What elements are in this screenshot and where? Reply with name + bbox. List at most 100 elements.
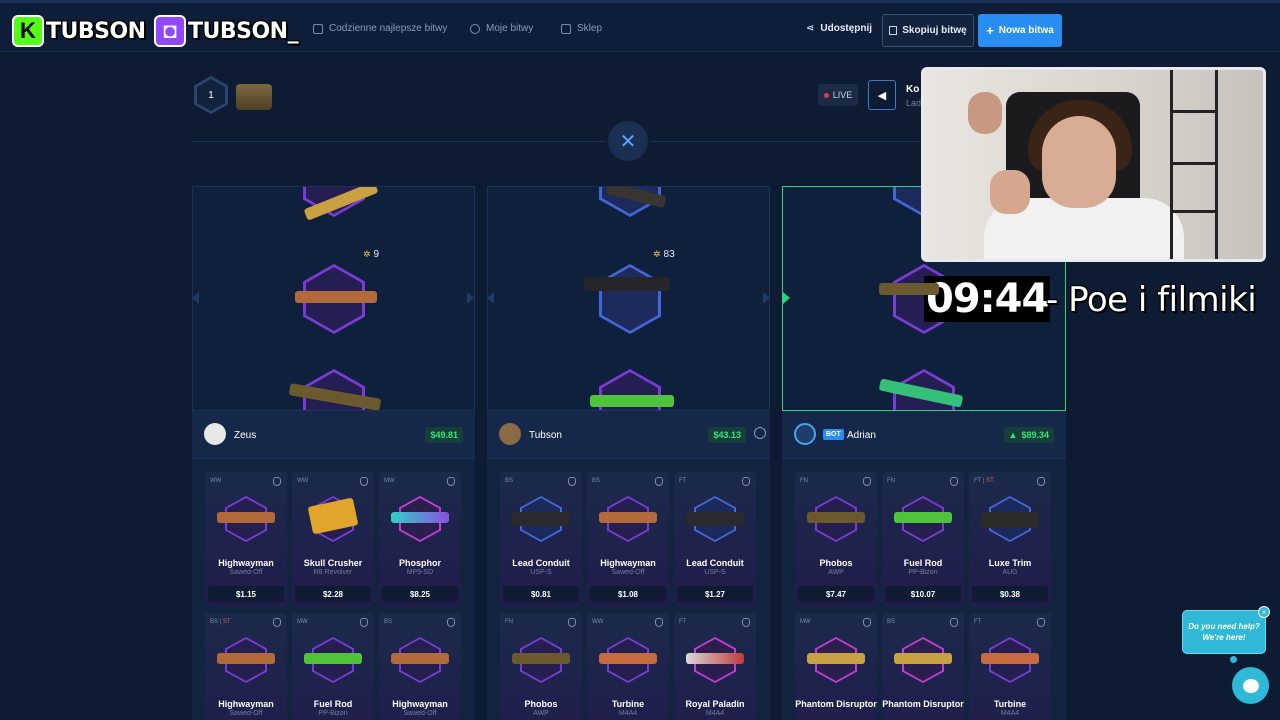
reel-spin-count: ✲ 9: [363, 249, 379, 260]
live-label: LIVE: [832, 90, 853, 100]
item-name: Phobos: [524, 699, 558, 709]
weapon-image: [512, 653, 570, 664]
item-weapon-type: MP5-SD: [406, 569, 434, 576]
kick-badge: K TUBSON: [12, 12, 146, 50]
header-truncated-sub: Lad: [906, 98, 922, 108]
weapon-image: [391, 653, 449, 664]
stream-timer-text: - Poe i filmiki: [1046, 280, 1257, 320]
item-card[interactable]: FT | ST Luxe Trim AUG $0.38: [969, 472, 1051, 606]
shield-icon: [447, 618, 455, 627]
item-condition: BS: [887, 619, 896, 625]
item-weapon-type: Sawed-Off: [229, 569, 263, 576]
new-battle-button[interactable]: + Nowa bitwa: [978, 14, 1062, 47]
nav-my-battles-label: Moje bitwy: [486, 23, 534, 34]
item-card[interactable]: BS Phantom Disruptor: [882, 613, 964, 720]
item-condition: FT | ST: [974, 478, 994, 484]
item-price: $1.27: [677, 586, 753, 602]
twitch-badge: ◘ TUBSON_: [154, 12, 299, 50]
reel-weapon: [295, 291, 377, 303]
item-condition: FN: [800, 478, 808, 484]
weapon-image: [217, 653, 275, 664]
player-card-zeus: Zeus $49.81 WW Highwayman Sawed-Off $1.1…: [192, 411, 475, 720]
star-icon: ✲: [653, 249, 661, 259]
item-card[interactable]: FN Phobos AWP $7.47: [795, 472, 877, 606]
shop-icon: [561, 23, 571, 34]
item-card[interactable]: MW Phosphor MP5-SD $8.25: [379, 472, 461, 606]
shield-icon: [447, 477, 455, 486]
item-card[interactable]: BS | ST Highwayman Sawed-Off: [205, 613, 287, 720]
live-indicator: LIVE: [818, 84, 858, 106]
item-condition: WW: [592, 619, 604, 625]
avatar: [204, 423, 226, 445]
weapon-image: [512, 512, 570, 526]
item-price: $7.47: [798, 586, 874, 602]
item-name: Fuel Rod: [903, 558, 943, 568]
reel-marker-left: [487, 292, 494, 304]
item-weapon-type: PP-Bizon: [318, 710, 348, 717]
player-total-value: $43.13: [708, 427, 746, 443]
nav-daily-battles[interactable]: Codzienne najlepsze bitwy: [313, 23, 447, 34]
header-divider: [192, 141, 922, 142]
item-card[interactable]: WW Skull Crusher R8 Revolver $2.28: [292, 472, 374, 606]
item-price: $1.08: [590, 586, 666, 602]
item-card[interactable]: BS Lead Conduit USP-S $0.81: [500, 472, 582, 606]
item-card[interactable]: WW Turbine M4A4: [587, 613, 669, 720]
nav-my-battles[interactable]: Moje bitwy: [470, 23, 533, 34]
help-bubble[interactable]: Do you need help? We're here!: [1182, 610, 1266, 654]
item-price: $0.81: [503, 586, 579, 602]
player-name: Adrian: [847, 430, 876, 441]
chat-icon[interactable]: [1232, 667, 1269, 704]
item-card[interactable]: FT Lead Conduit USP-S $1.27: [674, 472, 756, 606]
shield-icon: [950, 477, 958, 486]
header-truncated-title: Ko: [906, 84, 920, 95]
item-card[interactable]: BS Highwayman Sawed-Off: [379, 613, 461, 720]
share-button[interactable]: ⋖ Udostępnij: [806, 23, 872, 34]
reel-weapon: [590, 395, 674, 407]
plus-icon: +: [986, 23, 994, 38]
item-card[interactable]: FT Royal Paladin M4A4: [674, 613, 756, 720]
item-name: Highwayman: [218, 699, 274, 709]
item-name: Turbine: [993, 699, 1027, 709]
copy-icon: [889, 26, 898, 35]
item-card[interactable]: MW Fuel Rod PP-Bizon: [292, 613, 374, 720]
item-card[interactable]: FN Fuel Rod PP-Bizon $10.07: [882, 472, 964, 606]
item-card[interactable]: WW Highwayman Sawed-Off $1.15: [205, 472, 287, 606]
crossed-swords-icon: ✕: [606, 119, 650, 163]
copy-battle-button[interactable]: Skopiuj bitwę: [882, 14, 974, 47]
nav-shop[interactable]: Sklep: [561, 23, 602, 34]
sound-toggle-button[interactable]: ◀: [868, 80, 896, 110]
help-line-1: Do you need help?: [1188, 622, 1260, 631]
twitch-channel-name: TUBSON_: [188, 18, 299, 44]
avatar: [499, 423, 521, 445]
item-condition: BS: [592, 478, 601, 484]
weapon-image: [981, 512, 1039, 528]
item-card[interactable]: MW Phantom Disruptor: [795, 613, 877, 720]
emoji-icon[interactable]: [754, 427, 766, 439]
item-weapon-type: M4A4: [705, 710, 725, 717]
item-weapon-type: R8 Revolver: [313, 569, 353, 576]
item-name: Highwayman: [218, 558, 274, 568]
speaker-icon: ◀: [877, 89, 887, 102]
weapon-image: [894, 653, 952, 664]
item-weapon-type: USP-S: [530, 569, 552, 576]
reel-player-2: ✲ 83: [487, 186, 770, 411]
item-name: Phantom Disruptor: [882, 699, 964, 709]
reel-spin-count: ✲ 83: [653, 249, 675, 260]
weapon-image: [981, 653, 1039, 664]
close-icon[interactable]: ×: [1258, 606, 1270, 618]
item-name: Phantom Disruptor: [795, 699, 877, 709]
new-battle-label: Nowa bitwa: [998, 25, 1054, 36]
item-card[interactable]: FT Turbine M4A4: [969, 613, 1051, 720]
item-card[interactable]: BS Highwayman Sawed-Off $1.08: [587, 472, 669, 606]
item-weapon-type: PP-Bizon: [908, 569, 938, 576]
item-condition: FT: [679, 478, 687, 484]
item-name: Fuel Rod: [313, 699, 353, 709]
item-name: Luxe Trim: [988, 558, 1032, 568]
item-name: Phobos: [819, 558, 853, 568]
shield-icon: [568, 618, 576, 627]
player-card-adrian: BOT Adrian ▲ $89.34 FN Phobos AWP $7.47 …: [782, 411, 1066, 720]
item-card[interactable]: FN Phobos AWP: [500, 613, 582, 720]
stream-timer: 09:44: [924, 276, 1051, 322]
weapon-image: [686, 653, 744, 664]
item-price: $10.07: [885, 586, 961, 602]
